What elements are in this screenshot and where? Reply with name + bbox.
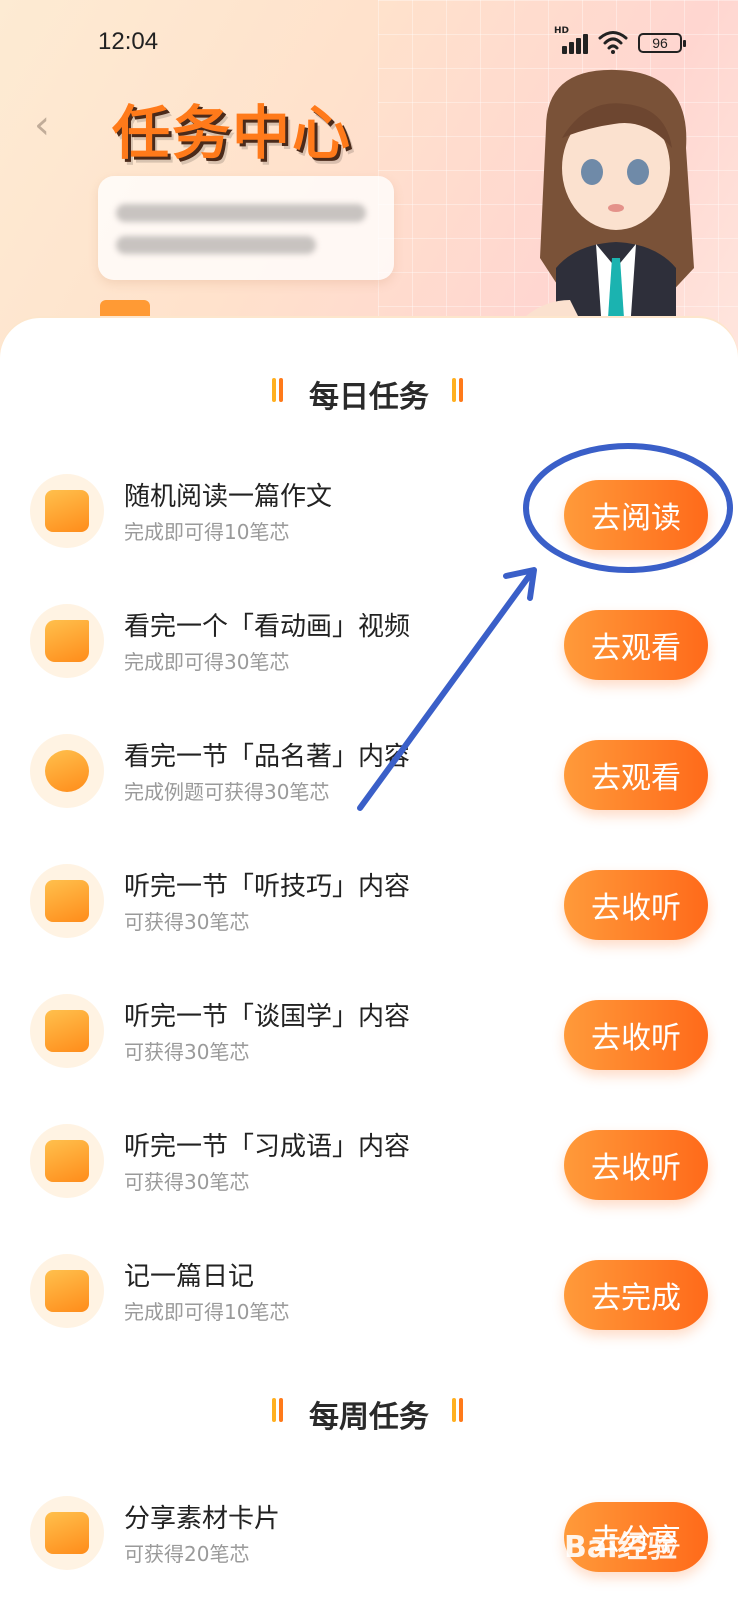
- status-time: 12:04: [98, 28, 159, 55]
- task-row: 看完一节「品名著」内容 完成例题可获得30笔芯 去观看: [0, 720, 738, 830]
- page-title: 任务中心: [112, 99, 353, 167]
- title-deco-left: [272, 378, 286, 402]
- network-type-label: HD: [554, 26, 570, 36]
- task-row: 记一篇日记 完成即可得10笔芯 去完成: [0, 1240, 738, 1350]
- task-name: 听完一节「习成语」内容: [124, 1132, 411, 1162]
- task-row: 随机阅读一篇作文 完成即可得10笔芯 去阅读: [0, 460, 738, 570]
- go-read-button[interactable]: 去阅读: [564, 480, 708, 550]
- task-name: 随机阅读一篇作文: [124, 482, 333, 512]
- mascot-illustration: [526, 69, 694, 330]
- go-listen-button[interactable]: 去收听: [564, 870, 708, 940]
- task-name: 记一篇日记: [124, 1262, 255, 1292]
- task-reward: 可获得30笔芯: [124, 910, 250, 934]
- watermark-logo: Bai经验: [564, 1530, 678, 1565]
- battery-level: 96: [652, 35, 668, 51]
- go-complete-button[interactable]: 去完成: [564, 1260, 708, 1330]
- task-name: 听完一节「听技巧」内容: [124, 872, 411, 902]
- intro-card-blurred: [98, 176, 394, 280]
- go-watch-button[interactable]: 去观看: [564, 610, 708, 680]
- task-name: 看完一个「看动画」视频: [124, 612, 411, 642]
- header-banner: 12:04 HD 96 ‹ 任务中心: [0, 0, 738, 370]
- task-reward: 完成即可得30笔芯: [124, 650, 290, 674]
- back-arrow-icon[interactable]: ‹: [34, 105, 56, 145]
- book-disc-icon: [45, 750, 89, 792]
- daily-section-title: 每日任务: [309, 380, 429, 415]
- task-row: 听完一节「听技巧」内容 可获得30笔芯 去收听: [0, 850, 738, 960]
- task-reward: 可获得20笔芯: [124, 1542, 250, 1566]
- task-name: 听完一节「谈国学」内容: [124, 1002, 411, 1032]
- task-reward: 可获得30笔芯: [124, 1040, 250, 1064]
- task-reward: 完成即可得10笔芯: [124, 1300, 290, 1324]
- task-row: 看完一个「看动画」视频 完成即可得30笔芯 去观看: [0, 590, 738, 700]
- calendar-icon: [45, 1270, 89, 1312]
- audio-icon: [45, 1140, 89, 1182]
- task-row: 听完一节「谈国学」内容 可获得30笔芯 去收听: [0, 980, 738, 1090]
- go-watch-button[interactable]: 去观看: [564, 740, 708, 810]
- go-listen-button[interactable]: 去收听: [564, 1130, 708, 1200]
- weekly-section-title: 每周任务: [309, 1400, 429, 1435]
- task-reward: 完成即可得10笔芯: [124, 520, 290, 544]
- video-icon: [45, 620, 89, 662]
- title-deco-right: [452, 1398, 466, 1422]
- audio-icon: [45, 880, 89, 922]
- task-reward: 可获得30笔芯: [124, 1170, 250, 1194]
- daily-section-header: 每日任务: [0, 372, 738, 416]
- calendar-icon: [45, 490, 89, 532]
- wifi-icon: [598, 31, 628, 54]
- cell-signal-icon: HD: [554, 26, 590, 56]
- task-row: 听完一节「习成语」内容 可获得30笔芯 去收听: [0, 1110, 738, 1220]
- battery-icon: 96: [638, 33, 686, 53]
- task-reward: 完成例题可获得30笔芯: [124, 780, 330, 804]
- image-icon: [45, 1512, 89, 1554]
- title-deco-left: [272, 1398, 286, 1422]
- go-listen-button[interactable]: 去收听: [564, 1000, 708, 1070]
- task-name: 看完一节「品名著」内容: [124, 742, 411, 772]
- weekly-section-header: 每周任务: [0, 1392, 738, 1436]
- task-name: 分享素材卡片: [124, 1504, 281, 1534]
- audio-icon: [45, 1010, 89, 1052]
- title-deco-right: [452, 378, 466, 402]
